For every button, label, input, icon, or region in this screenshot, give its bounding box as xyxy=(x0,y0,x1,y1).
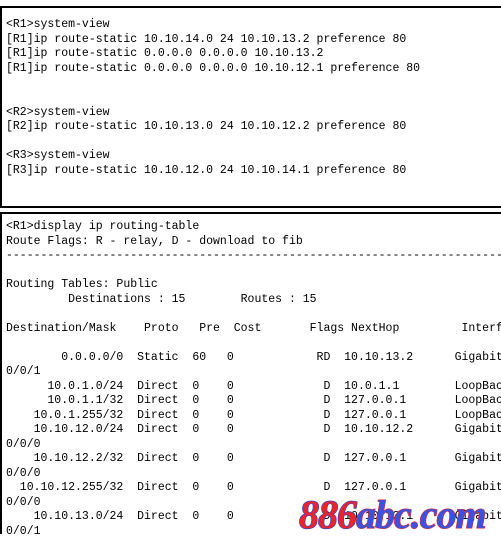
table-row: 10.10.12.2/32 Direct 0 0 D 127.0.0.1 Gig… xyxy=(6,452,501,481)
route-entry-0: 0.0.0.0/0 Static 60 0 RD 10.10.13.2 Giga… xyxy=(61,350,501,364)
config-line-r3-route-1: [R3]ip route-static 10.10.12.0 24 10.10.… xyxy=(6,163,407,177)
config-line-r1-route-3: [R1]ip route-static 0.0.0.0 0.0.0.0 10.1… xyxy=(6,61,421,75)
table-row: 10.0.1.0/24 Direct 0 0 D 10.0.1.1 LoopBa… xyxy=(6,380,501,395)
route-entry-1: 10.0.1.0/24 Direct 0 0 D 10.0.1.1 LoopBa… xyxy=(6,379,501,393)
config-line-r1-route-1: [R1]ip route-static 10.10.14.0 24 10.10.… xyxy=(6,32,407,46)
table-row: 10.10.12.0/24 Direct 0 0 D 10.10.12.2 Gi… xyxy=(6,423,501,452)
routing-blank-1 xyxy=(6,264,501,279)
routing-table-header: Destination/Mask Proto Pre Cost Flags Ne… xyxy=(6,321,501,335)
route-flags-legend: Route Flags: R - relay, D - download to … xyxy=(6,234,303,248)
route-entry-7: 10.10.13.0/24 Direct 0 0 D 10.10.13.1 Gi… xyxy=(33,510,501,524)
router-config-panel: <R1>system-view [R1]ip route-static 10.1… xyxy=(0,6,501,208)
route-entry-2: 10.0.1.1/32 Direct 0 0 D 127.0.0.1 LoopB… xyxy=(6,394,501,408)
route-entry-6-cont: 0/0/0 xyxy=(6,495,41,509)
route-entry-4: 10.10.12.0/24 Direct 0 0 D 10.10.12.2 Gi… xyxy=(33,423,501,437)
routing-counts: Destinations : 15 Routes : 15 xyxy=(6,292,317,306)
table-row: 10.0.1.1/32 Direct 0 0 D 127.0.0.1 LoopB… xyxy=(6,394,501,409)
config-line-r3-prompt: <R3>system-view xyxy=(6,149,110,163)
route-entry-7-cont: 0/0/1 xyxy=(6,524,41,534)
route-entry-6: 10.10.12.255/32 Direct 0 0 D 127.0.0.1 G… xyxy=(19,481,501,495)
table-row: 0.0.0.0/0 Static 60 0 RD 10.10.13.2 Giga… xyxy=(6,351,501,380)
routing-tables-label: Routing Tables: Public xyxy=(6,278,158,292)
route-entry-0-cont: 0/0/1 xyxy=(6,365,41,379)
section-divider: ----------------------------------------… xyxy=(6,249,501,262)
table-row: 10.0.1.255/32 Direct 0 0 D 127.0.0.1 Loo… xyxy=(6,409,501,424)
terminal-screenshot: <R1>system-view [R1]ip route-static 10.1… xyxy=(0,0,501,535)
config-line-r2-route-1: [R2]ip route-static 10.10.13.0 24 10.10.… xyxy=(6,120,407,134)
config-line-r2-prompt: <R2>system-view xyxy=(6,105,110,119)
route-entry-5-cont: 0/0/0 xyxy=(6,466,41,480)
config-line-r1-route-2: [R1]ip route-static 0.0.0.0 0.0.0.0 10.1… xyxy=(6,47,324,61)
routing-blank-3 xyxy=(6,336,501,351)
config-blank-2 xyxy=(6,91,501,106)
route-entry-5: 10.10.12.2/32 Direct 0 0 D 127.0.0.1 Gig… xyxy=(33,452,501,466)
config-line-r1-prompt: <R1>system-view xyxy=(6,18,110,31)
routing-table-panel: <R1>display ip routing-table Route Flags… xyxy=(0,212,501,534)
table-row: 10.10.13.0/24 Direct 0 0 D 10.10.13.1 Gi… xyxy=(6,510,501,534)
routing-blank-2 xyxy=(6,307,501,322)
table-row: 10.10.12.255/32 Direct 0 0 D 127.0.0.1 G… xyxy=(6,481,501,510)
config-blank-3 xyxy=(6,135,501,150)
routing-command: <R1>display ip routing-table xyxy=(6,220,200,233)
route-entry-3: 10.0.1.255/32 Direct 0 0 D 127.0.0.1 Loo… xyxy=(6,408,501,422)
config-blank-1 xyxy=(6,76,501,91)
route-entry-4-cont: 0/0/0 xyxy=(6,437,41,451)
